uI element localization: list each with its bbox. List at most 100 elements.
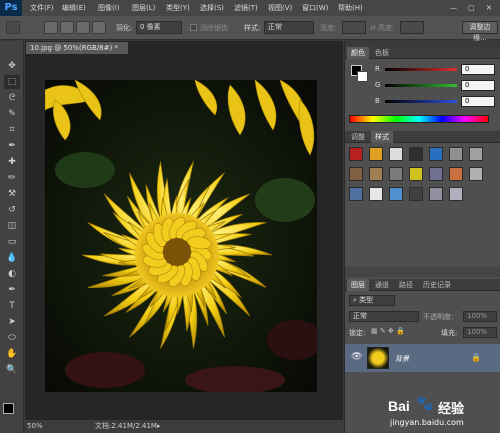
eraser-tool-icon[interactable]: ◫ (4, 219, 20, 233)
menu-help[interactable]: 帮助(H) (338, 0, 363, 16)
style-swatch[interactable] (469, 147, 483, 161)
subtract-selection-icon[interactable] (76, 21, 90, 34)
style-select[interactable]: 正常 (264, 21, 314, 34)
minimize-button[interactable]: — (450, 0, 457, 16)
blue-slider[interactable] (385, 100, 457, 103)
menu-layer[interactable]: 图层(L) (132, 0, 155, 16)
refine-edge-button[interactable]: 调整边缘... (462, 21, 498, 42)
tab-channels[interactable]: 通道 (371, 279, 393, 291)
style-swatch[interactable] (449, 147, 463, 161)
eyedropper-tool-icon[interactable]: ✒ (4, 139, 20, 153)
tab-paths[interactable]: 路径 (395, 279, 417, 291)
green-slider[interactable] (385, 84, 457, 87)
style-swatch[interactable] (469, 167, 483, 181)
tab-layers[interactable]: 图层 (347, 279, 369, 291)
tab-history[interactable]: 历史记录 (419, 279, 455, 291)
green-value-input[interactable]: 0 (461, 80, 495, 91)
crop-tool-icon[interactable]: ⌗ (4, 123, 20, 137)
tools-panel: ✥ ⬚ ᘓ ✎ ⌗ ✒ ✚ ✏ ⚒ ↺ ◫ ▭ 💧 ◐ ✒ T ➤ ⬭ ✋ 🔍 (0, 41, 24, 433)
menu-view[interactable]: 视图(V) (268, 0, 292, 16)
style-swatch[interactable] (389, 147, 403, 161)
antialias-label: 消除锯齿 (200, 24, 228, 32)
close-button[interactable]: ✕ (486, 0, 492, 16)
tab-swatches[interactable]: 色板 (371, 47, 393, 59)
menu-image[interactable]: 图像(I) (98, 0, 120, 16)
hand-tool-icon[interactable]: ✋ (4, 347, 20, 361)
style-swatch[interactable] (369, 167, 383, 181)
move-tool-icon[interactable]: ✥ (4, 59, 20, 73)
style-swatch[interactable] (409, 147, 423, 161)
foreground-color-swatch[interactable] (3, 403, 14, 414)
blend-mode-select[interactable]: 正常 (349, 311, 419, 322)
new-selection-icon[interactable] (44, 21, 58, 34)
style-swatch[interactable] (349, 187, 363, 201)
menu-file[interactable]: 文件(F) (30, 0, 54, 16)
red-slider[interactable] (385, 68, 457, 71)
menu-select[interactable]: 选择(S) (200, 0, 224, 16)
style-swatch[interactable] (409, 187, 423, 201)
image-canvas[interactable] (45, 80, 317, 392)
style-swatch[interactable] (429, 147, 443, 161)
clone-stamp-tool-icon[interactable]: ⚒ (4, 187, 20, 201)
style-swatch[interactable] (349, 167, 363, 181)
height-input[interactable] (400, 21, 424, 34)
layer-filter-select[interactable]: ⌕ 类型 (349, 295, 395, 306)
healing-brush-tool-icon[interactable]: ✚ (4, 155, 20, 169)
style-swatch[interactable] (389, 187, 403, 201)
style-swatch[interactable] (389, 167, 403, 181)
opacity-input[interactable]: 100% (463, 311, 497, 322)
style-swatch[interactable] (449, 187, 463, 201)
pen-tool-icon[interactable]: ✒ (4, 283, 20, 297)
status-bar: 50% 文档:2.41M/2.41M ▸ (25, 420, 343, 433)
style-swatch[interactable] (449, 167, 463, 181)
layer-name[interactable]: 背景 (395, 354, 409, 364)
status-arrow-icon[interactable]: ▸ (157, 420, 161, 433)
tab-styles[interactable]: 样式 (371, 131, 393, 143)
quick-select-tool-icon[interactable]: ✎ (4, 107, 20, 121)
style-swatch[interactable] (349, 147, 363, 161)
blur-tool-icon[interactable]: 💧 (4, 251, 20, 265)
intersect-selection-icon[interactable] (92, 21, 106, 34)
color-background-swatch[interactable] (357, 71, 368, 82)
menu-window[interactable]: 窗口(W) (302, 0, 328, 16)
add-selection-icon[interactable] (60, 21, 74, 34)
lasso-tool-icon[interactable]: ᘓ (4, 91, 20, 105)
style-swatch[interactable] (369, 147, 383, 161)
menu-filter[interactable]: 滤镜(T) (234, 0, 258, 16)
history-brush-tool-icon[interactable]: ↺ (4, 203, 20, 217)
menu-type[interactable]: 类型(Y) (166, 0, 190, 16)
type-tool-icon[interactable]: T (4, 299, 20, 313)
tab-adjustments[interactable]: 调整 (347, 131, 369, 143)
eye-icon[interactable]: 👁 (351, 352, 362, 362)
feather-input[interactable]: 0 像素 (136, 21, 182, 34)
fill-input[interactable]: 100% (463, 327, 497, 338)
path-selection-tool-icon[interactable]: ➤ (4, 315, 20, 329)
antialias-checkbox[interactable] (190, 24, 197, 31)
maximize-button[interactable]: ▢ (468, 0, 475, 16)
style-swatch[interactable] (429, 187, 443, 201)
layers-panel-tabs: 图层 通道 路径 历史记录 (345, 279, 500, 291)
brush-tool-icon[interactable]: ✏ (4, 171, 20, 185)
width-input[interactable] (342, 21, 366, 34)
layer-row[interactable]: 👁 背景 🔒 (345, 344, 500, 372)
lock-icons[interactable]: ▦ ✎ ✥ 🔒 (371, 327, 405, 335)
red-value-input[interactable]: 0 (461, 64, 495, 75)
green-channel-label: G (375, 81, 381, 89)
marquee-tool-preset-icon[interactable] (6, 21, 20, 34)
gradient-tool-icon[interactable]: ▭ (4, 235, 20, 249)
swap-icon[interactable]: ⇄ (370, 22, 376, 34)
zoom-tool-icon[interactable]: 🔍 (4, 363, 20, 377)
dodge-tool-icon[interactable]: ◐ (4, 267, 20, 281)
blue-value-input[interactable]: 0 (461, 96, 495, 107)
zoom-level[interactable]: 50% (27, 420, 43, 433)
ellipse-tool-icon[interactable]: ⬭ (4, 331, 20, 345)
marquee-tool-icon[interactable]: ⬚ (4, 75, 20, 89)
document-tab[interactable]: 10.jpg @ 50%(RGB/8#) * (26, 42, 128, 54)
style-swatch[interactable] (369, 187, 383, 201)
color-spectrum-bar[interactable] (349, 115, 489, 123)
paw-icon: 🐾 (416, 396, 434, 412)
style-swatch[interactable] (429, 167, 443, 181)
style-swatch[interactable] (409, 167, 423, 181)
tab-color[interactable]: 颜色 (347, 47, 369, 59)
menu-edit[interactable]: 编辑(E) (62, 0, 86, 16)
